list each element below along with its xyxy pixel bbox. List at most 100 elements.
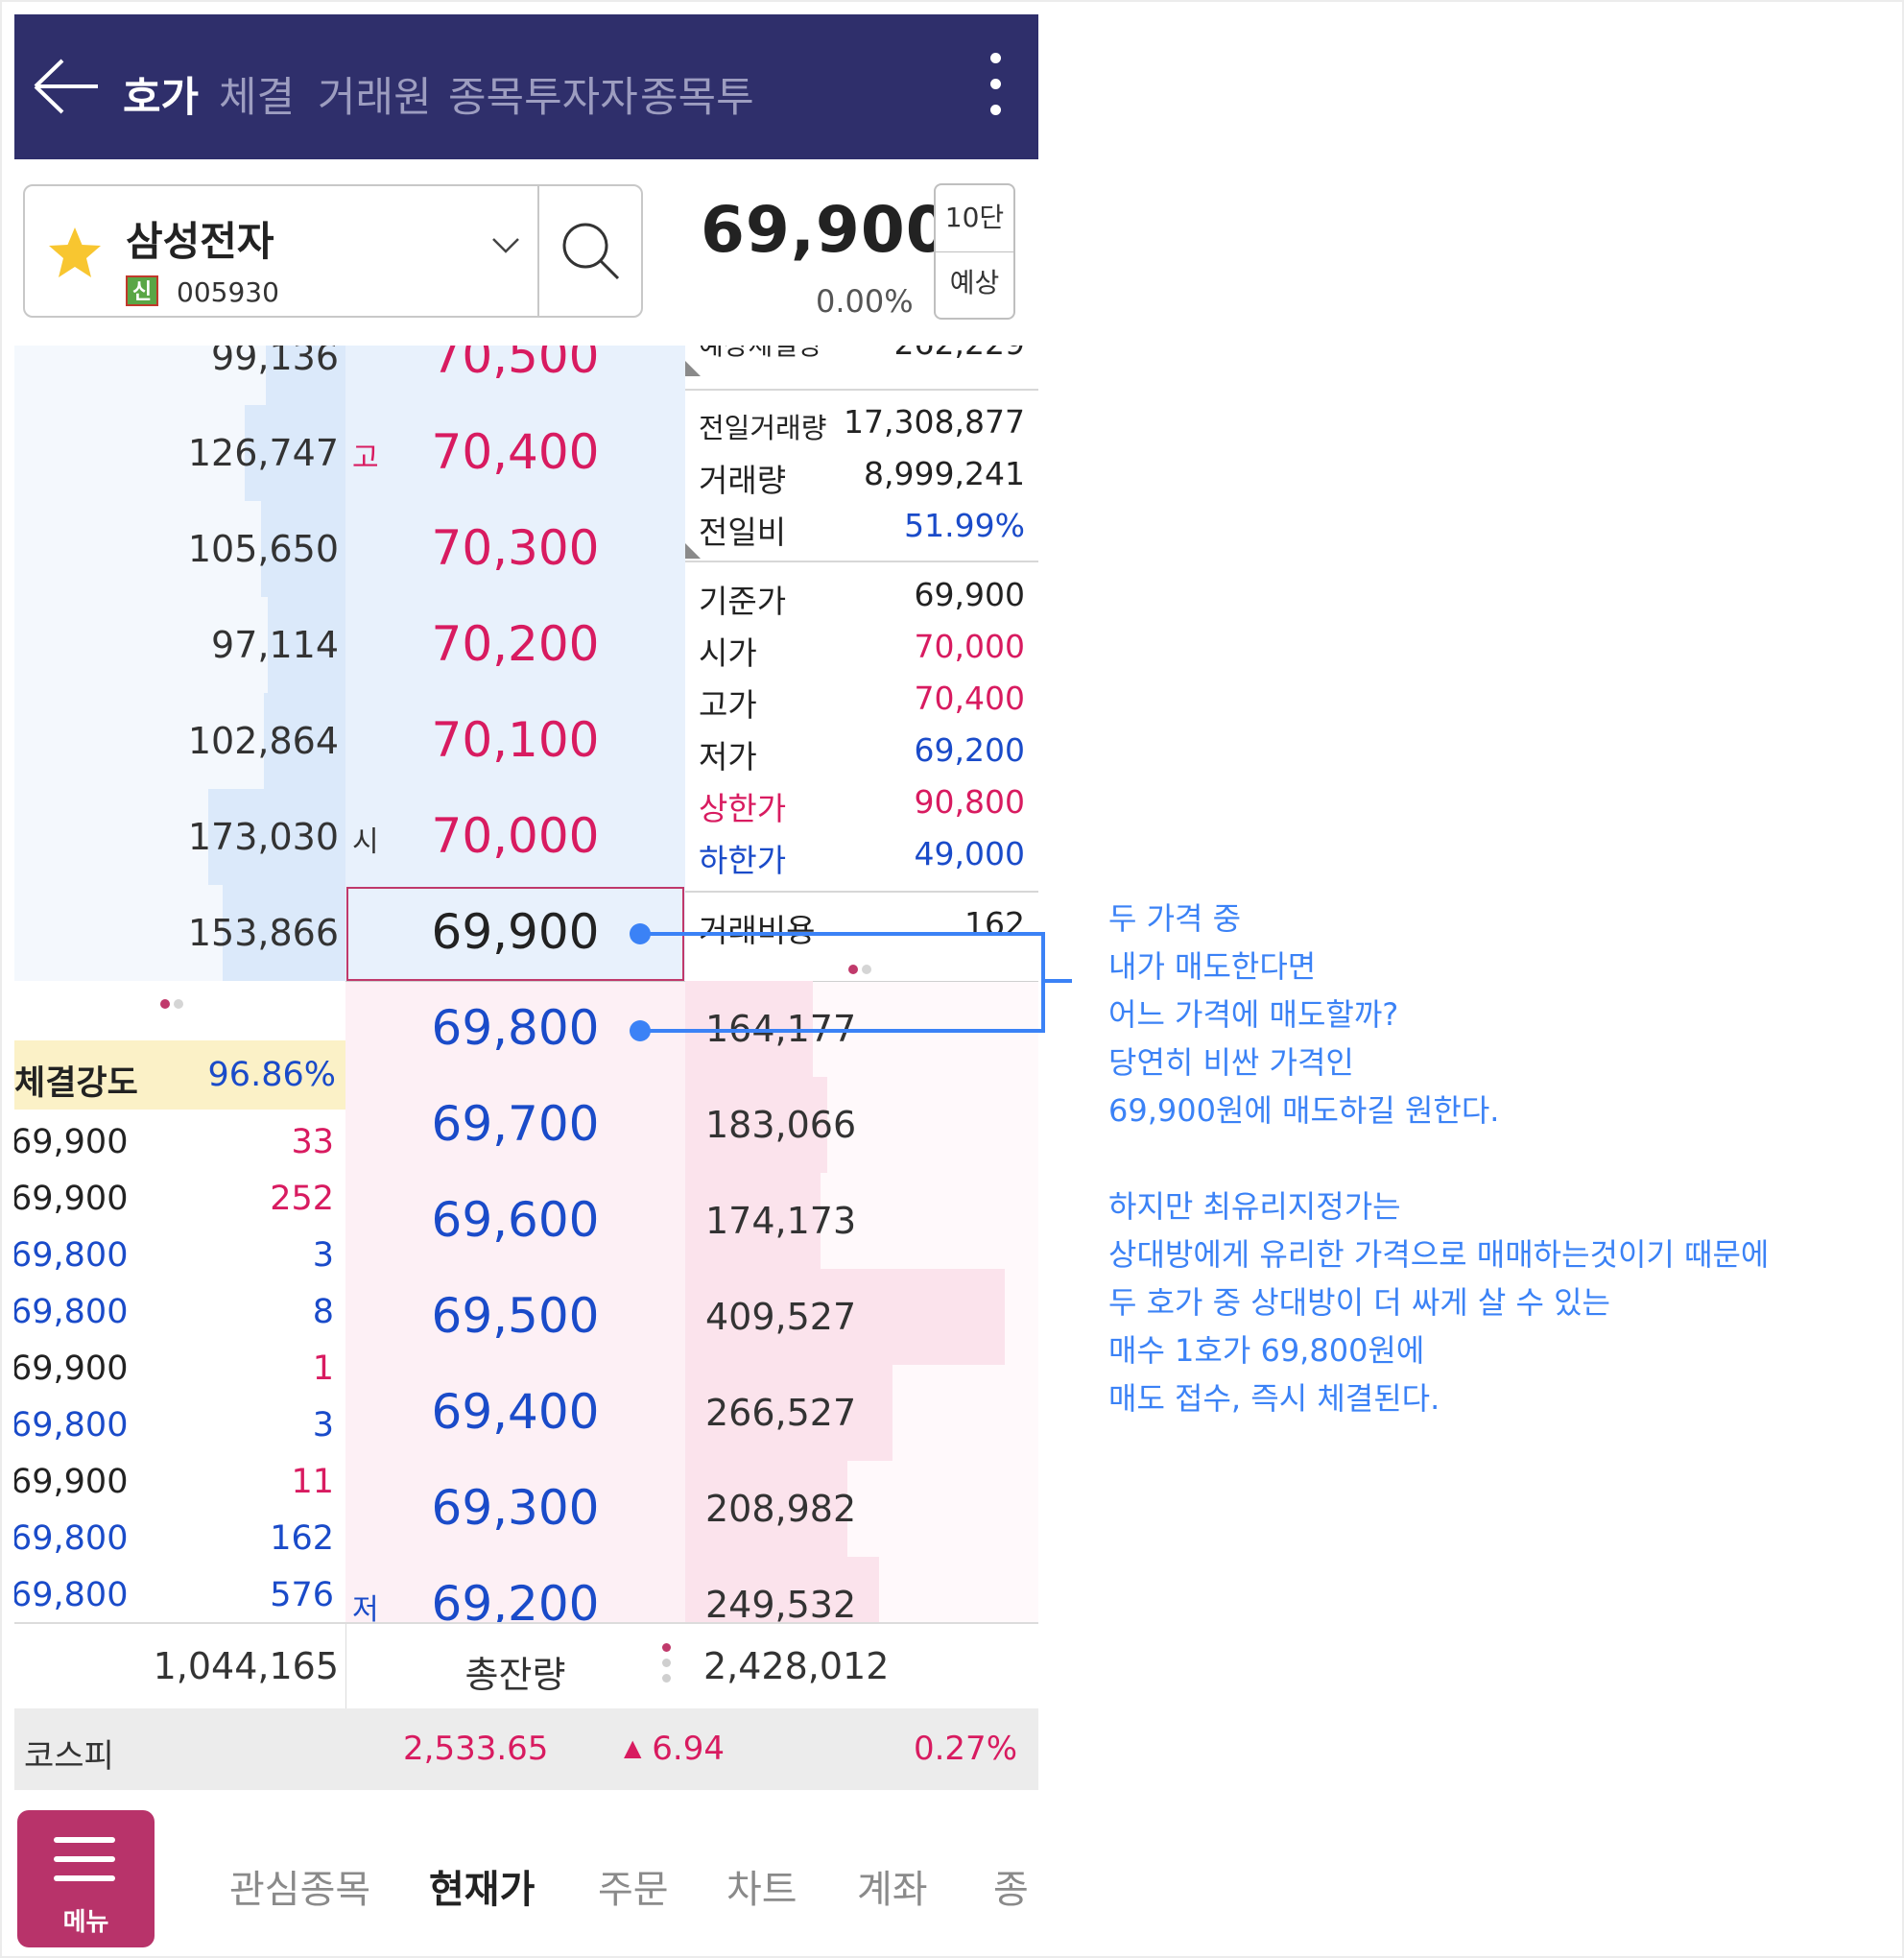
ask-qty: 99,136 — [211, 346, 339, 378]
ask-price[interactable]: 70,000 — [345, 808, 685, 864]
back-arrow-icon[interactable] — [26, 53, 112, 120]
ask-price[interactable]: 70,100 — [345, 712, 685, 768]
menu-button[interactable]: 메뉴 — [17, 1810, 155, 1947]
page-indicator — [160, 994, 189, 1009]
strength-value: 96.86% — [207, 1056, 336, 1094]
chevron-down-icon[interactable] — [490, 234, 521, 257]
info-label: 전일거래량 — [699, 412, 827, 444]
info-value: 70,000 — [914, 628, 1025, 665]
info-label: 기준가 — [699, 583, 787, 620]
trade-row: 69,800 576 — [14, 1568, 345, 1624]
bid-price[interactable]: 69,800 — [345, 1000, 685, 1056]
annotation-line: 69,900원에 매도하길 원한다. — [1108, 1092, 1500, 1129]
expected-button[interactable]: 예상 — [934, 252, 1015, 320]
divider — [685, 389, 1038, 391]
info-label: 시가 — [699, 634, 757, 672]
trade-row: 69,900 33 — [14, 1115, 345, 1171]
nav-order[interactable]: 주문 — [598, 1858, 669, 1914]
bid-total: 2,428,012 — [703, 1645, 890, 1687]
bid-price[interactable]: 69,700 — [345, 1096, 685, 1152]
info-label: 저가 — [699, 738, 757, 776]
annotation-line: 두 가격 중 — [1108, 900, 1242, 937]
trade-qty: 33 — [291, 1123, 334, 1161]
index-change-value: 6.94 — [652, 1730, 725, 1768]
kospi-ticker[interactable]: 코스피 2,533.65 ▲ 6.94 0.27% — [14, 1708, 1038, 1790]
stock-name: 삼성전자 — [126, 218, 274, 265]
options-dots-icon[interactable] — [662, 1643, 674, 1691]
execution-strength: 체결강도 96.86% — [14, 1040, 345, 1110]
page-indicator — [848, 960, 877, 974]
info-value: 49,000 — [914, 835, 1025, 872]
index-value: 2,533.65 — [403, 1730, 549, 1768]
ask-price[interactable]: 69,900 — [345, 904, 685, 960]
nav-watchlist[interactable]: 관심종목 — [229, 1858, 370, 1914]
ask-price[interactable]: 70,400 — [345, 424, 685, 480]
trade-row: 69,800 162 — [14, 1512, 345, 1567]
bottom-nav: 메뉴 관심종목 현재가 주문 차트 계좌 종 — [14, 1791, 1038, 1953]
nav-current-price[interactable]: 현재가 — [429, 1858, 535, 1914]
collapse-triangle-icon[interactable] — [685, 543, 701, 559]
trade-qty: 252 — [270, 1180, 334, 1218]
info-label: 하한가 — [699, 842, 787, 879]
tab-brokers[interactable]: 거래원 — [318, 64, 432, 124]
ask-price[interactable]: 70,500 — [345, 346, 685, 384]
trade-price: 69,800 — [14, 1519, 129, 1558]
info-value: 17,308,877 — [844, 403, 1025, 441]
levels-button[interactable]: 10단 — [934, 183, 1015, 252]
annotation-line: 매수 1호가 69,800원에 — [1108, 1332, 1425, 1369]
info-label: 거래량 — [699, 462, 787, 499]
ask-qty: 153,866 — [187, 912, 339, 954]
trade-qty: 1 — [312, 1349, 334, 1388]
nav-chart[interactable]: 차트 — [726, 1858, 797, 1914]
annotation-line: 하지만 최유리지정가는 — [1108, 1188, 1401, 1225]
info-label: 상한가 — [699, 790, 787, 827]
trade-qty: 11 — [291, 1463, 334, 1501]
tab-trades[interactable]: 체결 — [219, 64, 295, 124]
tab-more[interactable]: 종목투 — [640, 64, 754, 124]
favorite-star-icon[interactable] — [46, 225, 104, 282]
more-options-icon[interactable] — [986, 49, 1005, 126]
divider — [537, 186, 539, 316]
info-value: 69,200 — [914, 731, 1025, 769]
bid-price[interactable]: 69,600 — [345, 1192, 685, 1248]
phone-screen: 호가 체결 거래원 종목투자자 종목투 삼성전자 신 005930 69,900… — [14, 14, 1038, 1953]
trade-qty: 162 — [270, 1519, 334, 1558]
bid-qty: 266,527 — [705, 1392, 857, 1434]
bid-qty: 409,527 — [705, 1296, 857, 1338]
trade-row: 69,900 11 — [14, 1455, 345, 1511]
bid-price[interactable]: 69,300 — [345, 1480, 685, 1536]
top-app-bar: 호가 체결 거래원 종목투자자 종목투 — [14, 14, 1038, 159]
divider — [685, 561, 1038, 562]
info-label: 예상체결량 — [699, 346, 822, 363]
bid-price[interactable]: 69,400 — [345, 1384, 685, 1440]
trade-row: 69,800 3 — [14, 1398, 345, 1454]
bid-qty: 164,177 — [705, 1008, 857, 1050]
tab-investors[interactable]: 종목투자자 — [448, 64, 638, 124]
trade-qty: 576 — [270, 1576, 334, 1614]
credit-badge: 신 — [126, 275, 158, 306]
info-value: 51.99% — [904, 507, 1025, 544]
change-rate: 0.00% — [816, 283, 914, 320]
ask-price[interactable]: 70,200 — [345, 616, 685, 672]
total-label: 총잔량 — [464, 1654, 566, 1696]
info-label: 전일비 — [699, 513, 787, 551]
bid-qty: 208,982 — [705, 1488, 857, 1530]
trade-price: 69,800 — [14, 1576, 129, 1614]
collapse-triangle-icon[interactable] — [685, 361, 701, 376]
ask-qty: 126,747 — [187, 432, 339, 474]
trade-price: 69,800 — [14, 1406, 129, 1445]
total-remaining-row: 1,044,165 총잔량 2,428,012 — [14, 1622, 1038, 1708]
nav-more[interactable]: 종 — [993, 1858, 1029, 1914]
search-icon[interactable] — [541, 186, 641, 316]
current-price: 69,900 — [701, 193, 951, 267]
ask-price[interactable]: 70,300 — [345, 520, 685, 576]
trades-panel: 체결강도 96.86% 69,900 33 69,900 252 69,800 … — [14, 981, 345, 1622]
tab-hoga[interactable]: 호가 — [123, 64, 199, 124]
trade-price: 69,900 — [14, 1463, 129, 1501]
bid-price[interactable]: 69,500 — [345, 1288, 685, 1344]
stock-selector[interactable]: 삼성전자 신 005930 — [23, 184, 643, 318]
nav-account[interactable]: 계좌 — [857, 1858, 928, 1914]
trade-price: 69,900 — [14, 1123, 129, 1161]
info-value: 70,400 — [914, 680, 1025, 717]
ask-qty: 102,864 — [187, 720, 339, 762]
